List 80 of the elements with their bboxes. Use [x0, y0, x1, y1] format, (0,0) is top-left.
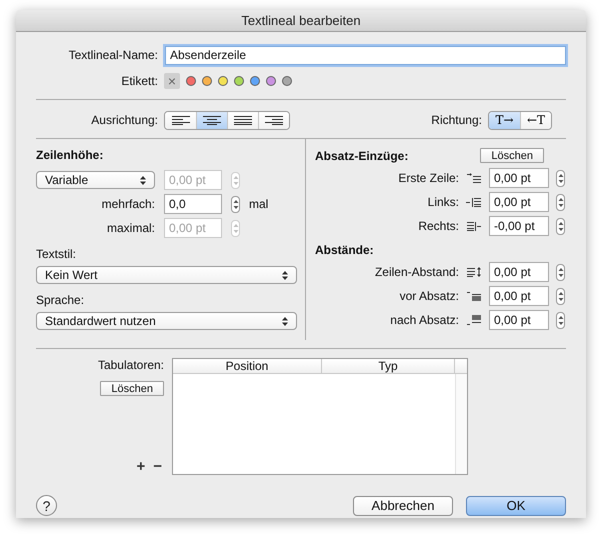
column-header[interactable]: Typ — [322, 359, 455, 373]
stepper[interactable] — [231, 196, 240, 212]
updown-arrows-icon — [232, 174, 238, 186]
alignment-segmented-control[interactable] — [164, 110, 290, 130]
field-label: Sprache: — [36, 293, 86, 307]
align-justify-icon — [233, 115, 253, 125]
align-center-icon — [202, 115, 222, 125]
field-label: Textstil: — [36, 247, 78, 261]
column-header[interactable]: Position — [173, 359, 322, 373]
direction-button[interactable]: T→ — [489, 112, 520, 128]
updown-arrows-icon — [140, 176, 146, 184]
name-field[interactable]: Absenderzeile — [165, 46, 566, 64]
value-field[interactable]: 0,00 pt — [489, 310, 549, 330]
updown-arrows-icon — [558, 266, 564, 278]
tag-color-dot[interactable] — [202, 76, 212, 86]
value-field[interactable]: 0,00 pt — [489, 286, 549, 306]
field-label: Erste Zeile: — [397, 171, 459, 185]
section-heading: Absatz-Einzüge: — [315, 148, 408, 162]
updown-arrows-icon — [558, 314, 564, 326]
field-label: Links: — [426, 195, 459, 209]
field-label: Rechts: — [417, 219, 459, 233]
line-height-popup[interactable]: Variable — [36, 171, 155, 189]
multiple-field[interactable]: 0,0 — [164, 194, 222, 214]
updown-arrows-icon — [232, 198, 238, 210]
section-heading: Abstände: — [315, 243, 375, 257]
field-label: nach Absatz: — [389, 313, 459, 327]
stepper[interactable] — [556, 264, 565, 280]
dialog-button[interactable]: OK — [466, 496, 566, 516]
stepper[interactable] — [556, 312, 565, 328]
alignment-button[interactable] — [258, 112, 289, 128]
remove-button[interactable]: − — [151, 459, 164, 475]
field-label: vor Absatz: — [398, 289, 459, 303]
stepper[interactable] — [556, 288, 565, 304]
tag-color-dot[interactable] — [234, 76, 244, 86]
alignment-button[interactable] — [165, 112, 196, 128]
unit-label: mal — [249, 197, 270, 211]
field-label: Tabulatoren: — [98, 358, 164, 372]
value-field[interactable]: -0,00 pt — [489, 216, 549, 236]
align-right-icon — [264, 115, 284, 125]
no-tag-button[interactable]: × — [164, 73, 180, 89]
text-style-popup[interactable]: Kein Wert — [36, 266, 297, 284]
field-label: Richtung: — [431, 113, 483, 127]
field-label: Etikett: — [120, 74, 159, 88]
line-spacing-icon — [466, 267, 482, 277]
language-popup[interactable]: Standardwert nutzen — [36, 312, 297, 330]
value-field[interactable]: 0,00 pt — [489, 262, 549, 282]
stepper[interactable] — [556, 170, 565, 186]
updown-arrows-icon — [558, 220, 564, 232]
direction-button[interactable]: ←T — [520, 112, 551, 128]
stepper[interactable] — [556, 218, 565, 234]
updown-arrows-icon — [282, 316, 288, 326]
help-button[interactable]: ? — [36, 495, 57, 516]
field-label: maximal: — [106, 221, 155, 235]
stepper[interactable] — [556, 194, 565, 210]
direction-segmented-control[interactable]: T→ ←T — [488, 110, 552, 130]
value-field[interactable]: 0,00 pt — [489, 192, 549, 212]
window-title: Textlineal bearbeiten — [241, 13, 361, 28]
clear-button[interactable]: Löschen — [480, 148, 544, 163]
updown-arrows-icon — [282, 270, 288, 280]
tag-color-dot[interactable] — [250, 76, 260, 86]
field-label: Textlineal-Name: — [68, 48, 159, 62]
tag-color-dot[interactable] — [218, 76, 228, 86]
align-left-icon — [170, 115, 190, 125]
add-button[interactable]: + — [134, 459, 148, 475]
tag-color-dot[interactable] — [266, 76, 276, 86]
updown-arrows-icon — [232, 222, 238, 234]
updown-arrows-icon — [558, 196, 564, 208]
dialog-button[interactable]: Abbrechen — [353, 496, 453, 516]
field-label: Ausrichtung: — [90, 113, 159, 127]
clear-button[interactable]: Löschen — [100, 381, 164, 396]
field-label: mehrfach: — [100, 197, 155, 211]
tag-color-dot[interactable] — [186, 76, 196, 86]
field-label: Zeilen-Abstand: — [374, 265, 459, 279]
alignment-button[interactable] — [227, 112, 258, 128]
updown-arrows-icon — [558, 172, 564, 184]
tag-color-dot[interactable] — [282, 76, 292, 86]
alignment-button[interactable] — [196, 112, 227, 128]
value-field[interactable]: 0,00 pt — [489, 168, 549, 188]
updown-arrows-icon — [558, 290, 564, 302]
section-heading: Zeilenhöhe: — [36, 148, 104, 162]
